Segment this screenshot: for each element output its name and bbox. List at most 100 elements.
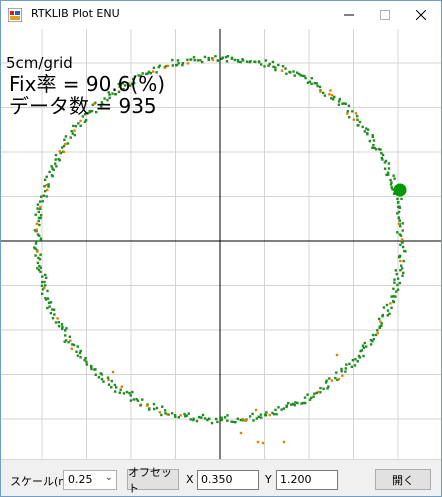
- fix-solution-point: [284, 67, 287, 70]
- fix-solution-point: [363, 341, 366, 345]
- y-offset-input[interactable]: 1.200: [276, 470, 338, 490]
- fix-solution-point: [239, 60, 242, 64]
- fix-solution-point: [399, 225, 402, 228]
- fix-solution-point: [363, 130, 366, 133]
- fix-solution-point: [346, 110, 350, 113]
- fix-solution-point: [348, 116, 351, 119]
- fix-solution-point: [207, 58, 210, 62]
- fix-solution-point: [230, 420, 233, 423]
- fix-solution-point: [392, 174, 395, 177]
- x-label: X: [186, 473, 194, 486]
- fix-solution-point: [40, 280, 44, 284]
- fix-solution-point: [94, 368, 97, 371]
- fix-solution-point: [386, 309, 390, 312]
- float-solution-point: [120, 385, 123, 388]
- fix-solution-point: [176, 59, 180, 62]
- rtklib-app-icon: [8, 8, 22, 22]
- fix-solution-point: [324, 381, 328, 384]
- fix-solution-point: [36, 261, 40, 265]
- scale-select[interactable]: 0.25 ⌄: [63, 470, 117, 490]
- fix-solution-point: [381, 158, 384, 161]
- fix-solution-point: [239, 418, 242, 422]
- open-button[interactable]: 開く: [375, 469, 431, 490]
- fix-solution-point: [192, 418, 195, 422]
- fix-solution-point: [264, 413, 267, 416]
- fix-solution-point: [395, 290, 398, 293]
- fix-solution-point: [402, 259, 405, 263]
- fix-solution-point: [313, 82, 316, 85]
- fix-solution-point: [399, 269, 402, 272]
- fix-solution-point: [226, 414, 229, 417]
- fix-solution-point: [99, 372, 102, 375]
- fix-solution-point: [401, 229, 404, 232]
- float-solution-point: [354, 112, 358, 115]
- fix-solution-point: [387, 162, 391, 165]
- fix-solution-point: [392, 300, 395, 304]
- float-solution-point: [39, 205, 42, 209]
- fix-solution-point: [39, 237, 43, 240]
- fix-solution-point: [33, 246, 36, 249]
- fix-solution-point: [340, 370, 343, 373]
- fix-solution-point: [357, 124, 360, 127]
- fix-solution-point: [281, 65, 285, 68]
- close-button[interactable]: [403, 1, 439, 29]
- fix-solution-point: [37, 210, 40, 214]
- title-bar[interactable]: RTKLIB Plot ENU: [1, 1, 441, 29]
- fix-solution-point: [351, 110, 354, 113]
- fix-solution-point: [61, 325, 64, 329]
- fix-solution-point: [277, 63, 280, 67]
- fix-solution-point: [54, 321, 58, 324]
- fix-solution-point: [400, 264, 403, 267]
- fix-solution-point: [64, 334, 67, 337]
- enu-plot-area[interactable]: 5cm/grid Fix率 = 90.6(%) データ数 = 935: [1, 29, 441, 459]
- fix-solution-point: [44, 189, 47, 193]
- fix-solution-point: [274, 68, 277, 72]
- fix-solution-point: [396, 197, 399, 201]
- fix-solution-point: [189, 418, 192, 421]
- fix-solution-point: [356, 115, 359, 118]
- fix-solution-point: [379, 148, 382, 151]
- fix-solution-point: [41, 275, 44, 278]
- fix-solution-point: [312, 395, 315, 398]
- fix-solution-point: [344, 367, 347, 370]
- fix-solution-point: [274, 408, 277, 412]
- fix-solution-point: [189, 58, 193, 61]
- fix-solution-point: [289, 71, 292, 74]
- fix-solution-point: [184, 415, 187, 418]
- fix-solution-point: [356, 360, 359, 363]
- fix-solution-point: [396, 277, 400, 280]
- x-offset-input[interactable]: 0.350: [197, 470, 259, 490]
- fix-solution-point: [43, 280, 46, 284]
- fix-solution-point: [34, 213, 37, 216]
- fix-solution-point: [79, 124, 82, 127]
- fix-solution-point: [401, 222, 404, 225]
- fix-solution-point: [47, 301, 51, 304]
- fix-solution-point: [186, 58, 189, 61]
- fix-solution-point: [391, 188, 394, 191]
- float-solution-point: [330, 94, 334, 97]
- fix-solution-point: [328, 377, 331, 380]
- fix-solution-point: [338, 97, 341, 101]
- fix-solution-point: [36, 207, 39, 210]
- fix-solution-point: [396, 231, 399, 234]
- fix-solution-point: [216, 59, 220, 62]
- fix-solution-point: [115, 386, 118, 389]
- fix-solution-point: [259, 416, 263, 419]
- offset-button[interactable]: オフセット: [127, 466, 179, 495]
- fix-solution-point: [362, 354, 365, 358]
- fix-solution-point: [71, 132, 74, 135]
- fix-solution-point: [371, 340, 374, 343]
- fix-solution-point: [139, 404, 142, 407]
- minimize-button[interactable]: [331, 1, 367, 29]
- fix-solution-point: [45, 175, 48, 178]
- fix-solution-point: [251, 412, 254, 416]
- fix-solution-point: [292, 70, 295, 73]
- fix-solution-point: [398, 206, 401, 209]
- float-solution-point: [330, 379, 334, 382]
- fix-solution-point: [393, 177, 396, 180]
- fix-solution-point: [376, 329, 379, 332]
- fix-solution-point: [34, 254, 37, 257]
- fix-solution-point: [38, 264, 41, 268]
- fix-solution-point: [259, 413, 263, 416]
- maximize-button[interactable]: [367, 1, 403, 29]
